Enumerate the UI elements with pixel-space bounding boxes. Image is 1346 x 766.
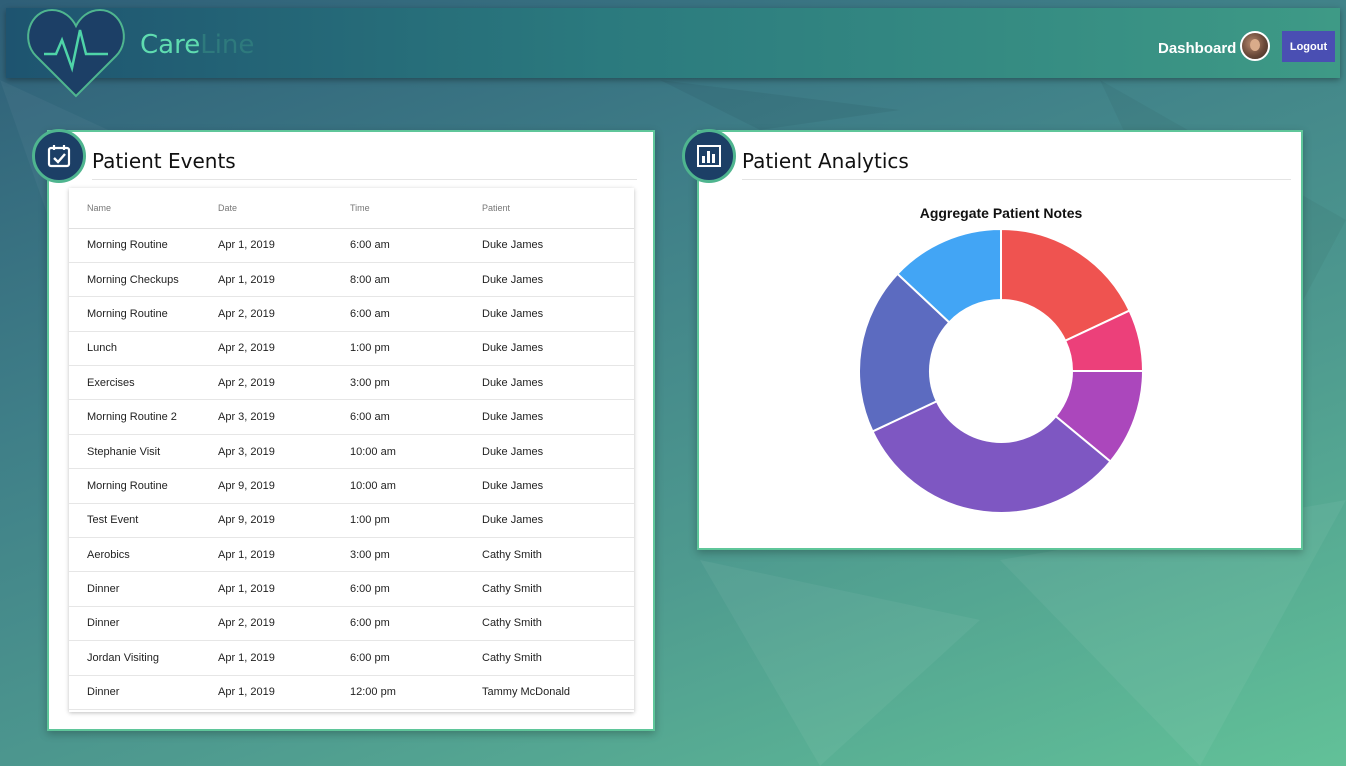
cell-patient: Duke James bbox=[482, 468, 634, 504]
cell-time: 6:00 am bbox=[350, 296, 482, 332]
patient-events-title: Patient Events bbox=[92, 149, 236, 173]
user-avatar[interactable] bbox=[1240, 31, 1270, 61]
cell-patient: Cathy Smith bbox=[482, 640, 634, 676]
table-row[interactable]: Test Event Apr 9, 2019 1:00 pm Duke James bbox=[69, 503, 634, 539]
cell-name: Morning Routine bbox=[69, 296, 218, 332]
cell-name: Jordan Visiting bbox=[69, 640, 218, 676]
cell-name: Morning Routine 2 bbox=[69, 399, 218, 435]
column-header-patient[interactable]: Patient bbox=[482, 188, 634, 229]
cell-date: Apr 9, 2019 bbox=[218, 468, 350, 504]
brand-name[interactable]: CareLine bbox=[140, 30, 254, 60]
table-row[interactable]: Dinner Apr 2, 2019 6:00 pm Cathy Smith bbox=[69, 606, 634, 642]
cell-time: 12:00 pm bbox=[350, 675, 482, 710]
column-header-time[interactable]: Time bbox=[350, 188, 482, 229]
cell-name: Dinner bbox=[69, 675, 218, 710]
events-table-container: Name Date Time Patient Morning Routine Ap… bbox=[69, 188, 634, 712]
aggregate-notes-donut-chart: Aggregate Patient Notes bbox=[858, 205, 1145, 514]
brand-part-care: Care bbox=[140, 30, 201, 60]
avatar-face bbox=[1250, 39, 1260, 51]
cell-patient: Duke James bbox=[482, 434, 634, 470]
table-row[interactable]: Aerobics Apr 1, 2019 3:00 pm Cathy Smith bbox=[69, 537, 634, 573]
cell-time: 3:00 pm bbox=[350, 537, 482, 573]
table-row[interactable]: Dinner Apr 1, 2019 6:00 pm Cathy Smith bbox=[69, 571, 634, 607]
cell-name: Dinner bbox=[69, 606, 218, 642]
cell-name: Test Event bbox=[69, 503, 218, 539]
cell-patient: Cathy Smith bbox=[482, 537, 634, 573]
cell-patient: Tammy McDonald bbox=[482, 675, 634, 710]
cell-date: Apr 9, 2019 bbox=[218, 503, 350, 539]
cell-date: Apr 3, 2019 bbox=[218, 434, 350, 470]
nav-dashboard-link[interactable]: Dashboard bbox=[1158, 40, 1236, 57]
calendar-check-icon bbox=[32, 129, 86, 183]
cell-patient: Duke James bbox=[482, 262, 634, 298]
table-row[interactable]: Jordan Visiting Apr 1, 2019 6:00 pm Cathy S… bbox=[69, 640, 634, 676]
cell-date: Apr 2, 2019 bbox=[218, 365, 350, 401]
cell-patient: Duke James bbox=[482, 503, 634, 539]
cell-time: 1:00 pm bbox=[350, 331, 482, 367]
cell-patient: Duke James bbox=[482, 365, 634, 401]
table-row[interactable]: Exercises Apr 2, 2019 3:00 pm Duke James bbox=[69, 365, 634, 401]
cell-patient: Duke James bbox=[482, 296, 634, 332]
title-divider bbox=[92, 179, 637, 180]
patient-events-card: Patient Events Name Date Time Patient Mo… bbox=[47, 130, 655, 731]
cell-time: 6:00 pm bbox=[350, 640, 482, 676]
cell-date: Apr 1, 2019 bbox=[218, 228, 350, 263]
cell-name: Aerobics bbox=[69, 537, 218, 573]
cell-time: 10:00 am bbox=[350, 434, 482, 470]
cell-time: 8:00 am bbox=[350, 262, 482, 298]
cell-date: Apr 1, 2019 bbox=[218, 262, 350, 298]
cell-patient: Cathy Smith bbox=[482, 606, 634, 642]
cell-time: 6:00 am bbox=[350, 399, 482, 435]
brand-part-line: Line bbox=[200, 30, 255, 60]
cell-date: Apr 1, 2019 bbox=[218, 675, 350, 710]
table-header-row: Name Date Time Patient bbox=[69, 188, 634, 229]
cell-name: Morning Checkups bbox=[69, 262, 218, 298]
cell-time: 1:00 pm bbox=[350, 503, 482, 539]
cell-time: 10:00 am bbox=[350, 468, 482, 504]
column-header-date[interactable]: Date bbox=[218, 188, 350, 229]
donut-slices bbox=[858, 227, 1145, 514]
table-row[interactable]: Morning Routine Apr 9, 2019 10:00 am Duke J… bbox=[69, 468, 634, 504]
events-table: Name Date Time Patient Morning Routine Ap… bbox=[69, 188, 634, 710]
table-row[interactable]: Morning Routine Apr 1, 2019 6:00 am Duke Ja… bbox=[69, 228, 634, 263]
cell-name: Morning Routine bbox=[69, 228, 218, 263]
title-divider bbox=[742, 179, 1291, 180]
cell-name: Exercises bbox=[69, 365, 218, 401]
patient-analytics-title: Patient Analytics bbox=[742, 149, 909, 173]
cell-time: 6:00 pm bbox=[350, 571, 482, 607]
cell-date: Apr 1, 2019 bbox=[218, 537, 350, 573]
table-row[interactable]: Stephanie Visit Apr 3, 2019 10:00 am Duke J… bbox=[69, 434, 634, 470]
heart-pulse-logo-icon[interactable] bbox=[26, 4, 126, 100]
cell-patient: Duke James bbox=[482, 228, 634, 263]
column-header-name[interactable]: Name bbox=[69, 188, 218, 229]
logout-button[interactable]: Logout bbox=[1282, 31, 1335, 62]
table-row[interactable]: Morning Checkups Apr 1, 2019 8:00 am Duke J… bbox=[69, 262, 634, 298]
cell-date: Apr 2, 2019 bbox=[218, 606, 350, 642]
cell-time: 6:00 pm bbox=[350, 606, 482, 642]
cell-name: Stephanie Visit bbox=[69, 434, 218, 470]
bar-chart-icon bbox=[682, 129, 736, 183]
cell-time: 6:00 am bbox=[350, 228, 482, 263]
cell-date: Apr 3, 2019 bbox=[218, 399, 350, 435]
patient-analytics-card: Patient Analytics Aggregate Patient Note… bbox=[697, 130, 1303, 550]
table-row[interactable]: Morning Routine 2 Apr 3, 2019 6:00 am Duke … bbox=[69, 399, 634, 435]
cell-patient: Duke James bbox=[482, 331, 634, 367]
cell-patient: Duke James bbox=[482, 399, 634, 435]
table-row[interactable]: Morning Routine Apr 2, 2019 6:00 am Duke Ja… bbox=[69, 296, 634, 332]
cell-name: Morning Routine bbox=[69, 468, 218, 504]
cell-time: 3:00 pm bbox=[350, 365, 482, 401]
chart-title: Aggregate Patient Notes bbox=[920, 205, 1083, 221]
table-row[interactable]: Lunch Apr 2, 2019 1:00 pm Duke James bbox=[69, 331, 634, 367]
cell-name: Dinner bbox=[69, 571, 218, 607]
cell-date: Apr 1, 2019 bbox=[218, 640, 350, 676]
cell-name: Lunch bbox=[69, 331, 218, 367]
cell-patient: Cathy Smith bbox=[482, 571, 634, 607]
cell-date: Apr 1, 2019 bbox=[218, 571, 350, 607]
table-row[interactable]: Dinner Apr 1, 2019 12:00 pm Tammy McDonald bbox=[69, 675, 634, 710]
cell-date: Apr 2, 2019 bbox=[218, 296, 350, 332]
cell-date: Apr 2, 2019 bbox=[218, 331, 350, 367]
